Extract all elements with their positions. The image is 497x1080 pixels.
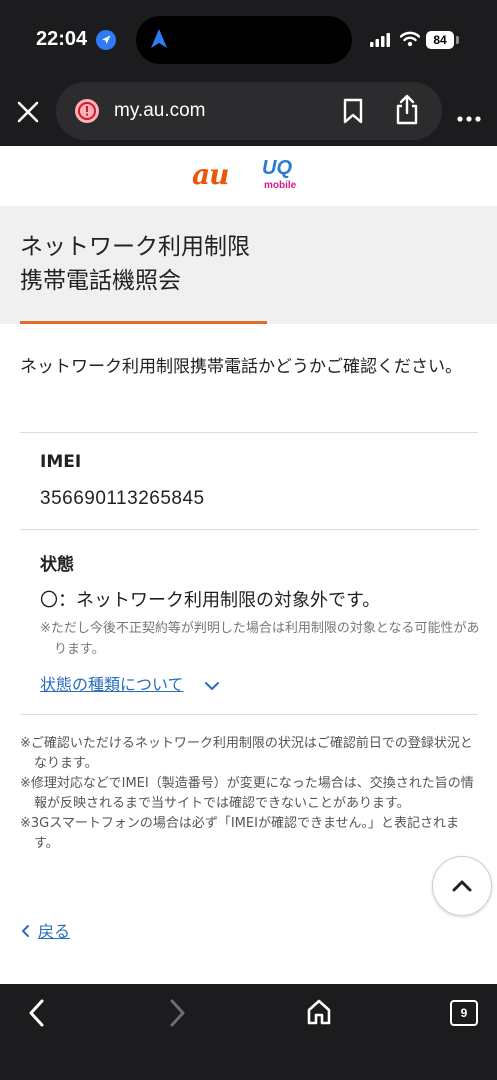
wifi-icon (399, 31, 421, 51)
browser-toolbar: my.au.com (0, 80, 497, 146)
forward-arrow-icon[interactable] (166, 998, 188, 1032)
more-icon[interactable] (456, 108, 482, 127)
navigation-arrow-icon (148, 27, 170, 55)
warning-icon[interactable] (74, 98, 100, 124)
back-arrow-icon[interactable] (26, 998, 48, 1032)
chevron-down-icon[interactable] (204, 676, 220, 695)
divider (20, 529, 478, 530)
page-content: au UQ mobile ネットワーク利用制限 携帯電話機照会 ネットワーク利用… (0, 146, 497, 984)
address-bar[interactable]: my.au.com (56, 82, 442, 140)
tabs-icon[interactable]: 9 (450, 1000, 478, 1026)
location-icon (96, 30, 116, 50)
back-link-row[interactable]: 戻る (20, 918, 70, 942)
divider (20, 432, 478, 433)
back-link[interactable]: 戻る (38, 922, 70, 941)
page-title: ネットワーク利用制限 携帯電話機照会 (20, 230, 250, 298)
url-text[interactable]: my.au.com (114, 100, 206, 122)
status-bar: 22:04 84 (0, 0, 497, 80)
imei-value: 356690113265845 (40, 488, 205, 509)
browser-bottom-toolbar: 9 (0, 984, 497, 1080)
close-icon[interactable] (14, 98, 42, 126)
uq-mobile-logo: mobile (264, 180, 297, 191)
page-title-section: ネットワーク利用制限 携帯電話機照会 (0, 206, 497, 324)
home-icon[interactable] (306, 998, 332, 1030)
status-note: ※ただし今後不正契約等が判明した場合は利用制限の対象となる可能性があります。 (40, 621, 480, 657)
share-icon[interactable] (394, 94, 420, 130)
battery-icon: 84 (426, 31, 454, 49)
status-label: 状態 (40, 555, 74, 575)
battery-tip (456, 36, 459, 44)
footnotes: ※ご確認いただけるネットワーク利用制限の状況はご確認前日での登録状況となります。… (20, 734, 480, 854)
footnote: ※修理対応などでIMEI（製造番号）が変更になった場合は、交換された旨の情報が反… (20, 776, 474, 811)
bookmark-icon[interactable] (342, 98, 364, 128)
page-title-line1: ネットワーク利用制限 (20, 234, 250, 260)
signal-icon (370, 32, 394, 52)
chevron-left-icon[interactable] (20, 924, 30, 938)
footnote: ※3Gスマートフォンの場合は必ず「IMEIが確認できません。」と表記されます。 (20, 816, 460, 851)
brand-header: au UQ mobile (0, 146, 497, 206)
status-types-link[interactable]: 状態の種類について (40, 671, 184, 695)
footnote: ※ご確認いただけるネットワーク利用制限の状況はご確認前日での登録状況となります。 (20, 736, 473, 771)
au-logo[interactable]: au (192, 158, 229, 191)
imei-label: IMEI (40, 452, 82, 472)
uq-logo[interactable]: UQ (262, 158, 292, 178)
intro-text: ネットワーク利用制限携帯電話かどうかご確認ください。 (20, 357, 462, 377)
page-title-line2: 携帯電話機照会 (20, 268, 181, 294)
title-underline (20, 321, 267, 324)
status-value: 〇：ネットワーク利用制限の対象外です。 (40, 590, 381, 611)
divider (20, 714, 478, 715)
status-time: 22:04 (36, 28, 88, 50)
scroll-to-top-button[interactable] (432, 856, 492, 916)
